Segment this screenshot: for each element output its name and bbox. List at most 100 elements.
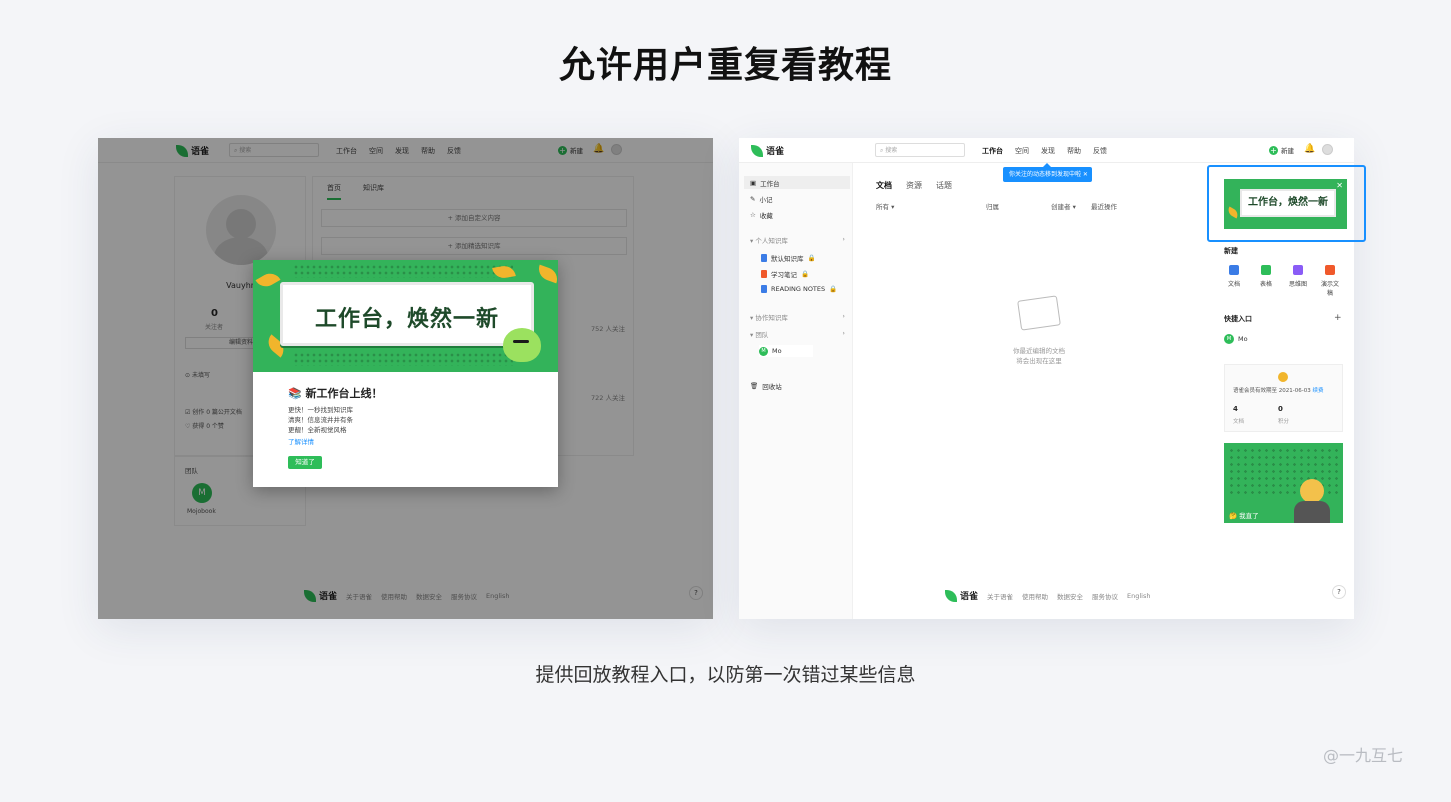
- nav-help[interactable]: 帮助: [1067, 146, 1081, 156]
- tutorial-modal: 工作台，焕然一新 📚 新工作台上线！ 更快！一秒找到知识库 清爽！信息流井井有条…: [253, 260, 558, 487]
- dot-pattern: [293, 264, 513, 278]
- discover-tooltip[interactable]: 你关注的动态移到发现中啦 ✕: [1003, 163, 1092, 182]
- bird-mascot-icon: [503, 328, 541, 362]
- top-bar: 语雀 ⌕ 搜索 工作台 空间 发现 帮助 反馈 + 新建 🔔: [739, 138, 1354, 163]
- sidebar-item-recycle[interactable]: 🗑 回收站: [750, 381, 782, 391]
- sidebar-item-favorites[interactable]: ☆ 收藏: [750, 210, 773, 220]
- sidebar-book-reading[interactable]: READING NOTES 🔒: [761, 285, 837, 293]
- footer-link-about[interactable]: 关于语雀: [987, 591, 1013, 601]
- team-avatar: M: [759, 346, 768, 356]
- banner-board: 工作台，焕然一新: [280, 282, 534, 346]
- star-icon: ☆: [750, 211, 756, 219]
- tab-docs[interactable]: 文档: [876, 180, 892, 191]
- book-icon: [761, 254, 767, 262]
- docs-label: 文档: [1233, 419, 1245, 425]
- filter-all[interactable]: 所有 ▾: [876, 201, 894, 211]
- member-badge-icon: [1278, 372, 1288, 382]
- nav-feedback[interactable]: 反馈: [1093, 146, 1107, 156]
- quick-entry-title: 快捷入口: [1224, 315, 1252, 323]
- sidebar-item-notes[interactable]: ✎ 小记: [750, 194, 772, 204]
- empty-text-2: 将会出现在这里: [1016, 357, 1062, 365]
- learn-more-link[interactable]: 了解详情: [288, 436, 314, 446]
- got-it-button[interactable]: 知道了: [288, 456, 322, 469]
- bird-logo-icon: [751, 144, 763, 157]
- modal-banner: 工作台，焕然一新: [253, 260, 558, 372]
- dot-pattern: [293, 352, 513, 366]
- footer: 语雀 关于语雀 使用帮助 数据安全 服务协议 English: [945, 589, 1151, 602]
- sidebar: ▣ 工作台 ✎ 小记 ☆ 收藏 ▾ 个人知识库 › 默认知识库 🔒 学习笔记 🔒 READI…: [739, 163, 853, 619]
- book-icon: [761, 285, 767, 293]
- renew-link[interactable]: 续费: [1312, 388, 1323, 394]
- book-icon: [761, 270, 767, 278]
- bell-icon[interactable]: 🔔: [1304, 144, 1315, 154]
- nav-workbench[interactable]: 工作台: [982, 146, 1003, 156]
- doc-icon: [1229, 265, 1239, 275]
- modal-line-2: 清爽！信息流井井有条: [288, 416, 353, 424]
- footer-link-security[interactable]: 数据安全: [1057, 591, 1083, 601]
- sidebar-book-study[interactable]: 学习笔记 🔒: [761, 269, 809, 279]
- footer-link-terms[interactable]: 服务协议: [1092, 591, 1118, 601]
- lock-icon: 🔒: [801, 270, 810, 278]
- help-button[interactable]: ?: [1332, 585, 1346, 599]
- new-button[interactable]: + 新建: [1269, 145, 1294, 155]
- left-screenshot: 语雀 ⌕ 搜索 工作台 空间 发现 帮助 反馈 + 新建 🔔 Vauyhn 0 关…: [98, 138, 713, 619]
- column-owner: 归属: [986, 203, 999, 211]
- empty-document-icon: [1017, 295, 1061, 331]
- add-quick-entry-icon[interactable]: +: [1334, 313, 1342, 323]
- main-nav: 工作台 空间 发现 帮助 反馈: [982, 146, 1107, 156]
- tab-resources[interactable]: 资源: [906, 180, 922, 191]
- footer-logo: 语雀: [945, 589, 978, 602]
- footer-link-help[interactable]: 使用帮助: [1022, 591, 1048, 601]
- workbench-icon: ▣: [750, 178, 757, 187]
- tutorial-entry-highlight: [1207, 165, 1366, 242]
- sidebar-team-mo[interactable]: M Mo: [759, 345, 813, 357]
- plus-icon: +: [1269, 145, 1278, 155]
- banner-headline: 工作台，焕然一新: [314, 307, 499, 332]
- member-card: 语雀会员有效期至 2021-06-03 续费 4 文档 0 积分: [1224, 364, 1343, 432]
- nav-space[interactable]: 空间: [1015, 146, 1029, 156]
- search-input[interactable]: ⌕ 搜索: [875, 143, 965, 157]
- page-title: 允许用户重复看教程: [558, 45, 892, 86]
- bird-logo-icon: [945, 589, 957, 602]
- new-grid: 文档 表格 思维图 演示文稿: [1224, 265, 1340, 297]
- sidebar-book-default[interactable]: 默认知识库 🔒: [761, 253, 816, 263]
- new-section-title: 新建: [1224, 247, 1238, 255]
- docs-count: 4: [1233, 405, 1238, 413]
- sidebar-group-collab[interactable]: ▾ 协作知识库 ›: [750, 312, 845, 322]
- logo[interactable]: 语雀: [751, 144, 784, 157]
- team-avatar: M: [1224, 334, 1234, 344]
- empty-text-1: 你最近编辑的文档: [1013, 347, 1065, 355]
- sidebar-group-personal[interactable]: ▾ 个人知识库 ›: [750, 235, 845, 245]
- chevron-right-icon: ›: [842, 329, 845, 337]
- member-info: 语雀会员有效期至 2021-06-03 续费: [1233, 388, 1324, 394]
- promo-text: 🤔 我直了: [1229, 512, 1259, 520]
- nav-discover[interactable]: 发现: [1041, 146, 1055, 156]
- person-icon: [1294, 479, 1330, 523]
- lock-icon: 🔒: [829, 285, 838, 293]
- new-slides-button[interactable]: 演示文稿: [1320, 265, 1340, 297]
- new-mindmap-button[interactable]: 思维图: [1288, 265, 1308, 297]
- promo-card[interactable]: 🤔 我直了: [1224, 443, 1343, 523]
- user-avatar[interactable]: [1322, 144, 1333, 155]
- content-tabs: 文档 资源 话题: [876, 180, 952, 191]
- sidebar-item-workbench[interactable]: ▣ 工作台: [744, 176, 850, 189]
- modal-line-1: 更快！一秒找到知识库: [288, 406, 353, 414]
- new-sheet-button[interactable]: 表格: [1256, 265, 1276, 297]
- new-doc-button[interactable]: 文档: [1224, 265, 1244, 297]
- quick-entry-mo[interactable]: M Mo: [1224, 334, 1248, 344]
- sidebar-group-team[interactable]: ▾ 团队 ›: [750, 329, 845, 339]
- modal-line-3: 更靓！全新视觉风格: [288, 426, 347, 434]
- footer-link-english[interactable]: English: [1127, 592, 1150, 600]
- pen-icon: ✎: [750, 195, 756, 203]
- filter-creator[interactable]: 创建者 ▾: [1051, 201, 1076, 211]
- modal-title: 📚 新工作台上线！: [288, 387, 383, 400]
- mindmap-icon: [1293, 265, 1303, 275]
- score-count: 0: [1278, 405, 1283, 413]
- trash-icon: 🗑: [750, 382, 759, 390]
- leaf-decoration: [255, 269, 281, 291]
- tab-topics[interactable]: 话题: [936, 180, 952, 191]
- slides-icon: [1325, 265, 1335, 275]
- chevron-right-icon: ›: [842, 312, 845, 320]
- caption: 提供回放教程入口，以防第一次错过某些信息: [535, 664, 916, 686]
- leaf-decoration: [535, 264, 558, 284]
